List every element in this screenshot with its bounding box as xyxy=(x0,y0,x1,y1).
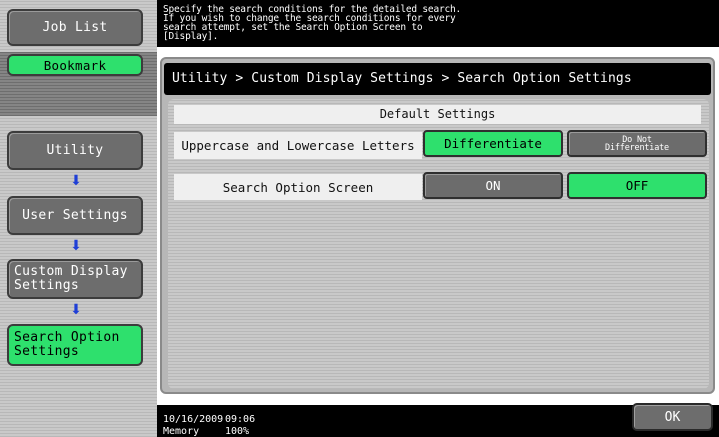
down-arrow-icon: ⬇ xyxy=(70,302,82,318)
nav-step-utility[interactable]: Utility xyxy=(7,131,143,170)
status-time: 09:06 xyxy=(225,414,256,425)
instruction-message: Specify the search conditions for the de… xyxy=(157,0,719,47)
nav-step-search-option-settings[interactable]: Search Option Settings xyxy=(7,324,143,366)
nav-step-custom-display-settings[interactable]: Custom Display Settings xyxy=(7,259,143,299)
off-button[interactable]: OFF xyxy=(567,172,707,199)
breadcrumb: Utility > Custom Display Settings > Sear… xyxy=(164,63,711,95)
uppercase-lowercase-label: Uppercase and Lowercase Letters xyxy=(174,132,422,159)
differentiate-button[interactable]: Differentiate xyxy=(423,130,563,157)
bookmark-button[interactable]: Bookmark xyxy=(7,54,143,76)
left-navigation: Job List Bookmark Utility ⬇ User Setting… xyxy=(0,0,157,437)
on-button[interactable]: ON xyxy=(423,172,563,199)
search-option-screen-label: Search Option Screen xyxy=(174,174,422,200)
settings-content: Default Settings Uppercase and Lowercase… xyxy=(168,99,709,389)
nav-step-user-settings[interactable]: User Settings xyxy=(7,196,143,235)
status-date: 10/16/2009 xyxy=(163,414,224,425)
down-arrow-icon: ⬇ xyxy=(70,173,82,189)
memory-label: Memory xyxy=(163,426,200,437)
settings-panel: Utility > Custom Display Settings > Sear… xyxy=(160,57,715,394)
memory-value: 100% xyxy=(225,426,250,437)
do-not-differentiate-button[interactable]: Do Not Differentiate xyxy=(567,130,707,157)
down-arrow-icon: ⬇ xyxy=(70,238,82,254)
control-panel-screen: Job List Bookmark Utility ⬇ User Setting… xyxy=(0,0,719,437)
ok-button[interactable]: OK xyxy=(632,403,713,431)
section-title: Default Settings xyxy=(174,105,701,124)
job-list-button[interactable]: Job List xyxy=(7,9,143,46)
